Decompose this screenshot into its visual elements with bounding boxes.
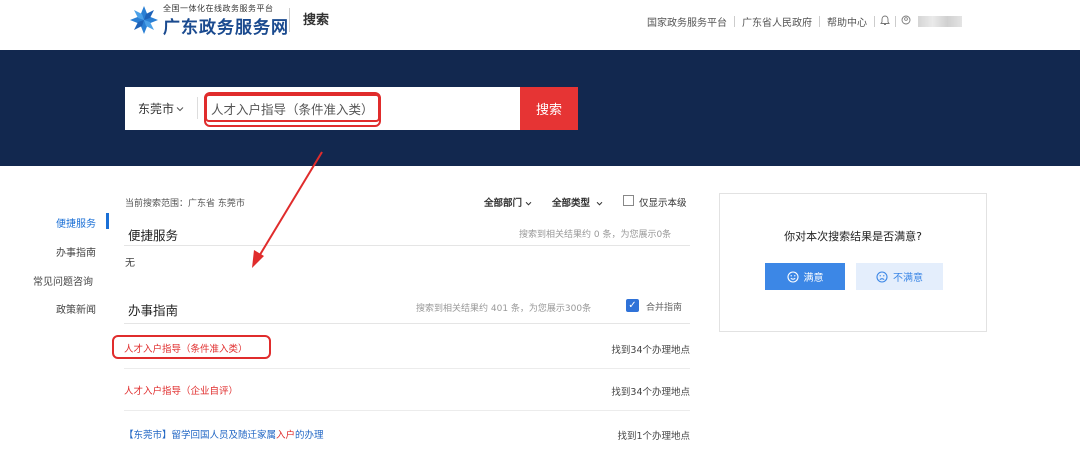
satisfied-button[interactable]: 满意 — [765, 263, 845, 290]
result-locations[interactable]: 找到1个办理地点 — [617, 428, 690, 442]
quick-service-meta: 搜索到相关结果约 0 条，为您展示0条 — [519, 230, 672, 240]
top-nav: 国家政务服务平台 广东省人民政府 帮助中心 — [640, 14, 962, 29]
type-filter-label: 全部类型 — [552, 198, 591, 209]
result-title-link[interactable]: 【东莞市】留学回国人员及随迁家属入户的办理 — [124, 427, 324, 441]
quick-service-title: 便捷服务 — [128, 228, 179, 243]
nav-provincial-government[interactable]: 广东省人民政府 — [735, 14, 819, 29]
result-divider — [124, 410, 690, 411]
frown-icon — [876, 270, 888, 283]
chevron-down-icon — [525, 201, 532, 206]
survey-question: 你对本次搜索结果是否满意? — [784, 230, 922, 243]
sidebar-item-guide[interactable]: 办事指南 — [56, 244, 96, 259]
only-this-level-label: 仅显示本级 — [639, 198, 687, 209]
sidebar-item-policy-news[interactable]: 政策新闻 — [56, 301, 96, 316]
page-title: 搜索 — [303, 13, 330, 28]
smile-icon — [786, 270, 799, 283]
section-divider — [124, 245, 690, 246]
type-filter[interactable]: 全部类型 — [552, 195, 603, 209]
query-highlight-ring — [204, 92, 381, 127]
satisfied-label: 满意 — [803, 273, 824, 284]
result-highlight-ring — [112, 335, 271, 359]
unsatisfied-button[interactable]: 不满意 — [856, 263, 943, 290]
result-title-highlight: 入户 — [276, 430, 296, 441]
sidebar-item-faq[interactable]: 常见问题咨询 — [33, 273, 93, 288]
result-title-link[interactable]: 人才入户指导（企业自评） — [124, 383, 238, 397]
merge-guide-label: 合并指南 — [646, 303, 683, 313]
sidebar-active-indicator — [106, 213, 109, 229]
merge-guide-checkbox[interactable]: ✓ — [626, 299, 639, 312]
department-filter-label: 全部部门 — [484, 198, 523, 209]
chevron-down-icon — [596, 201, 603, 206]
top-header: 全国一体化在线政务服务平台 广东政务服务网 搜索 国家政务服务平台 广东省人民政… — [0, 0, 1080, 50]
department-filter[interactable]: 全部部门 — [484, 195, 532, 209]
guangdong-logo-icon[interactable] — [127, 4, 161, 36]
city-divider — [197, 97, 198, 119]
nav-national-platform[interactable]: 国家政务服务平台 — [640, 14, 734, 29]
sidebar-item-quick-service[interactable]: 便捷服务 — [56, 215, 96, 230]
search-button[interactable]: 搜索 — [520, 87, 578, 130]
city-dropdown[interactable]: 东莞市 — [125, 87, 197, 130]
nav-help-center[interactable]: 帮助中心 — [820, 14, 874, 29]
user-name-redacted[interactable] — [918, 16, 962, 27]
user-icon[interactable] — [896, 15, 916, 28]
section-divider — [124, 323, 690, 324]
result-locations[interactable]: 找到34个办理地点 — [611, 342, 690, 356]
only-this-level-checkbox[interactable] — [623, 195, 634, 206]
result-title-suffix: 的办理 — [295, 430, 324, 441]
header-divider — [289, 8, 290, 32]
result-title-prefix: 【东莞市】留学回国人员及随迁家属 — [124, 430, 277, 441]
city-label: 东莞市 — [137, 102, 174, 116]
site-name[interactable]: 广东政务服务网 — [163, 13, 289, 38]
search-scope: 当前搜索范围：广东省 东莞市 — [125, 199, 245, 209]
chevron-down-icon — [176, 106, 184, 111]
result-locations[interactable]: 找到34个办理地点 — [611, 384, 690, 398]
satisfaction-survey: 你对本次搜索结果是否满意? 满意 不满意 — [719, 193, 987, 332]
guide-meta: 搜索到相关结果约 401 条，为您展示300条 — [416, 304, 592, 314]
quick-service-empty: 无 — [125, 258, 135, 269]
guide-title: 办事指南 — [128, 303, 179, 318]
unsatisfied-label: 不满意 — [893, 273, 923, 284]
result-divider — [124, 368, 690, 369]
bell-icon[interactable] — [875, 15, 895, 29]
